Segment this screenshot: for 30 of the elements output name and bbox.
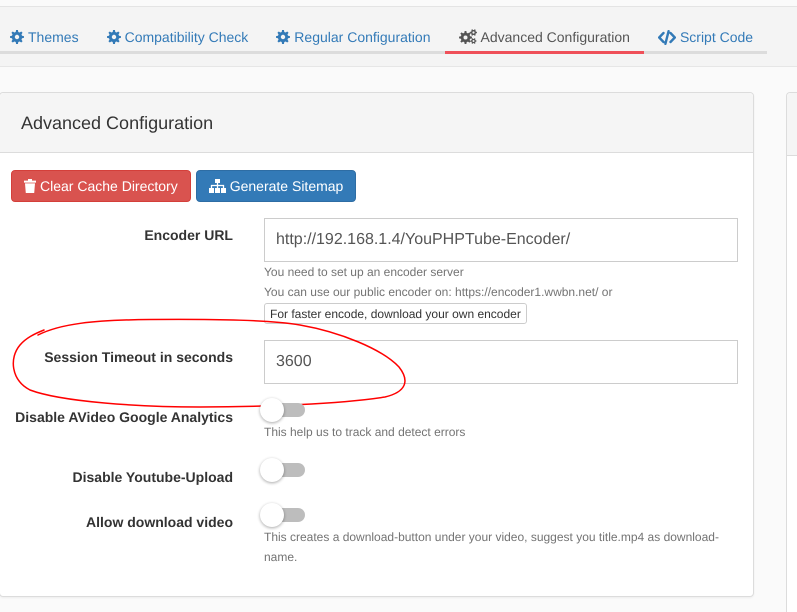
text-field[interactable]: 3600	[264, 340, 738, 384]
sitemap-icon	[208, 179, 226, 193]
tab[interactable]: Script Code	[644, 27, 768, 54]
field-label: Allow download video	[86, 513, 234, 532]
panel-title: Advanced Configuration	[21, 112, 214, 134]
gear-icon	[106, 30, 121, 44]
trash-icon	[24, 179, 36, 193]
help-text: This creates a download-button under your video, suggest you title.mp4 as download-name.	[264, 529, 720, 566]
tab[interactable]: Advanced Configuration	[444, 27, 644, 54]
code-icon	[658, 30, 676, 44]
tab[interactable]: Themes	[0, 27, 93, 54]
field-label: Disable AVideo Google Analytics	[15, 408, 234, 427]
gear-icon	[10, 30, 24, 44]
gears-icon	[458, 29, 476, 45]
toggle-switch[interactable]	[260, 503, 305, 527]
clear-cache-button[interactable]: Clear Cache Directory	[11, 170, 191, 202]
tab[interactable]: Regular Configuration	[262, 27, 444, 54]
field-label: Encoder URL	[144, 226, 234, 245]
help-text: You can use our public encoder on: https://encoder1.wwbn.net/ or	[264, 284, 614, 301]
gear-icon	[276, 30, 290, 44]
toggle-switch[interactable]	[260, 458, 305, 482]
field-label: Session Timeout in seconds	[44, 348, 234, 367]
toggle-switch[interactable]	[260, 398, 305, 422]
generate-sitemap-button[interactable]: Generate Sitemap	[196, 170, 356, 202]
text-field[interactable]: http://192.168.1.4/YouPHPTube-Encoder/	[264, 218, 738, 262]
tab[interactable]: Compatibility Check	[92, 27, 262, 54]
help-text: You need to set up an encoder server	[264, 264, 465, 281]
help-text: This help us to track and detect errors	[264, 424, 466, 441]
field-label: Disable Youtube-Upload	[72, 468, 234, 487]
download-encoder-button[interactable]: For faster encode, download your own encoder	[264, 303, 527, 324]
